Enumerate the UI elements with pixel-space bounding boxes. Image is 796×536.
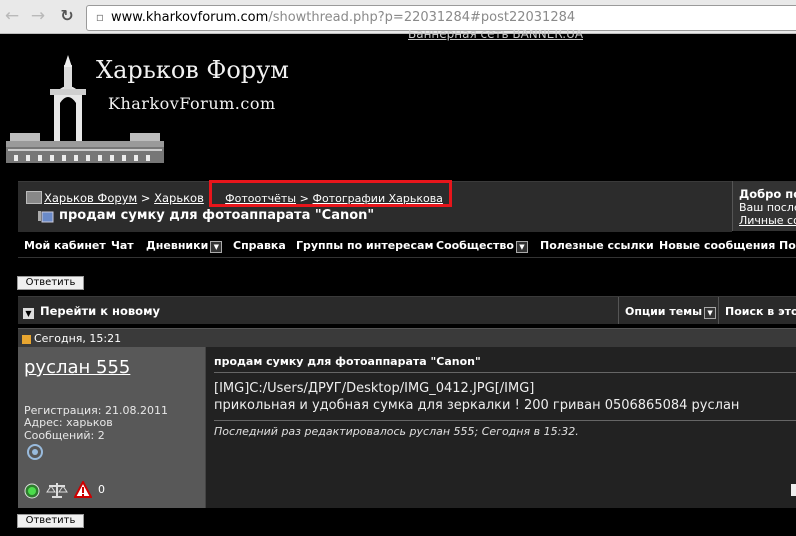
arrow-down-icon: ▼: [23, 308, 34, 319]
thread-options-text: Опции темы: [625, 305, 703, 318]
nav-search[interactable]: Поиск: [779, 239, 796, 252]
nav-groups[interactable]: Группы по интересам: [296, 239, 433, 252]
dropdown-arrow-icon[interactable]: ▼: [515, 241, 528, 253]
user-address: Адрес: харьков: [24, 416, 113, 429]
post-header: Сегодня, 15:21: [18, 328, 796, 348]
dropdown-arrow-icon: ▼: [704, 307, 717, 319]
nav-community-label: Сообщество: [436, 239, 514, 252]
post-status-icon: [22, 335, 31, 344]
username-link[interactable]: руслан 555: [24, 357, 130, 378]
post-text-line: прикольная и удобная сумка для зеркалки …: [214, 398, 740, 413]
forward-arrow-icon[interactable]: →: [29, 7, 47, 25]
thread-title: продам сумку для фотоаппарата "Canon": [59, 208, 375, 223]
scales-icon[interactable]: [46, 481, 68, 499]
nav-help[interactable]: Справка: [233, 239, 286, 252]
goto-new-label: Перейти к новому: [40, 304, 160, 318]
back-arrow-icon[interactable]: ←: [3, 7, 21, 25]
thread-toolbar: ▼ Перейти к новому Опции темы ▼ Поиск в эт…: [18, 296, 796, 324]
warning-icon[interactable]: [74, 481, 92, 499]
welcome-private-messages[interactable]: Личные сообщения: [739, 214, 796, 227]
folder-icon: [26, 191, 42, 204]
breadcrumb-item-kharkov[interactable]: Харьков: [154, 191, 204, 205]
icq-icon[interactable]: [24, 443, 46, 461]
nav-diaries-label: Дневники: [146, 239, 209, 252]
thread-options-label: Опции темы ▼: [625, 305, 717, 319]
breadcrumb-separator: >: [140, 191, 151, 205]
divider: [214, 372, 796, 373]
search-thread-label: Поиск в этой теме: [725, 305, 796, 318]
post-body: продам сумку для фотоаппарата "Canon" [I…: [205, 347, 796, 508]
logo-subtitle: KharkovForum.com: [108, 94, 276, 113]
nav-new-posts[interactable]: Новые сообщения: [659, 239, 775, 252]
welcome-panel: Добро пожаловать Ваш последний визит Лич…: [732, 181, 796, 231]
online-status-icon: [24, 483, 40, 499]
url-domain: www.kharkovforum.com: [111, 10, 269, 25]
url-text[interactable]: www.kharkovforum.com/showthread.php?p=22…: [111, 10, 575, 26]
breadcrumb: Харьков Форум > Харьков Фотоотчёты > Фот…: [18, 180, 732, 232]
page-icon: ▫: [95, 10, 105, 24]
post-text-line: [IMG]C:/Users/ДРУГ/Desktop/IMG_0412.JPG[…: [214, 381, 535, 396]
nav-community[interactable]: Сообщество ▼: [436, 239, 528, 253]
multiquote-checkbox[interactable]: [791, 484, 796, 496]
reply-button-top[interactable]: Ответить: [17, 276, 84, 290]
post-title: продам сумку для фотоаппарата "Canon": [214, 355, 481, 368]
nav-useful-links[interactable]: Полезные ссылки: [540, 239, 654, 252]
url-path: /showthread.php?p=22031284#post22031284: [268, 10, 576, 25]
user-posts: Сообщений: 2: [24, 429, 105, 442]
divider: [214, 420, 796, 421]
welcome-title: Добро пожаловать: [739, 187, 796, 201]
reputation-value: 0: [98, 483, 105, 496]
welcome-last-visit: Ваш последний визит: [739, 201, 796, 214]
dropdown-arrow-icon[interactable]: ▼: [210, 241, 223, 253]
reply-button-bottom[interactable]: Ответить: [17, 514, 84, 528]
user-status-icons: 0: [24, 481, 144, 501]
nav-diaries[interactable]: Дневники ▼: [146, 239, 223, 253]
goto-new-link[interactable]: ▼ Перейти к новому: [23, 304, 160, 319]
nav-chat[interactable]: Чат: [111, 239, 134, 252]
reload-icon[interactable]: ↻: [58, 7, 76, 25]
search-thread-menu[interactable]: Поиск в этой теме: [718, 297, 796, 324]
address-bar[interactable]: ▫ www.kharkovforum.com/showthread.php?p=…: [86, 5, 796, 31]
user-info-panel: руслан 555 Регистрация: 21.08.2011 Адрес…: [18, 347, 205, 508]
banner-link[interactable]: Баннерная сеть BANNER.UA: [408, 30, 583, 41]
highlight-box: [209, 180, 452, 207]
main-nav: Мой кабинет Чат Дневники ▼ Справка Группы…: [18, 235, 796, 258]
post-date: Сегодня, 15:21: [34, 332, 122, 345]
logo-title: Харьков Форум: [96, 56, 289, 84]
thread-options-menu[interactable]: Опции темы ▼: [618, 297, 718, 324]
nav-my-cabinet[interactable]: Мой кабинет: [24, 239, 106, 252]
thread-folder-icon: [38, 211, 54, 223]
breadcrumb-item-home[interactable]: Харьков Форум: [44, 191, 137, 205]
post-edited-note: Последний раз редактировалось руслан 555…: [214, 425, 579, 438]
browser-toolbar: ← → ↻ ▫ www.kharkovforum.com/showthread.…: [0, 0, 796, 34]
